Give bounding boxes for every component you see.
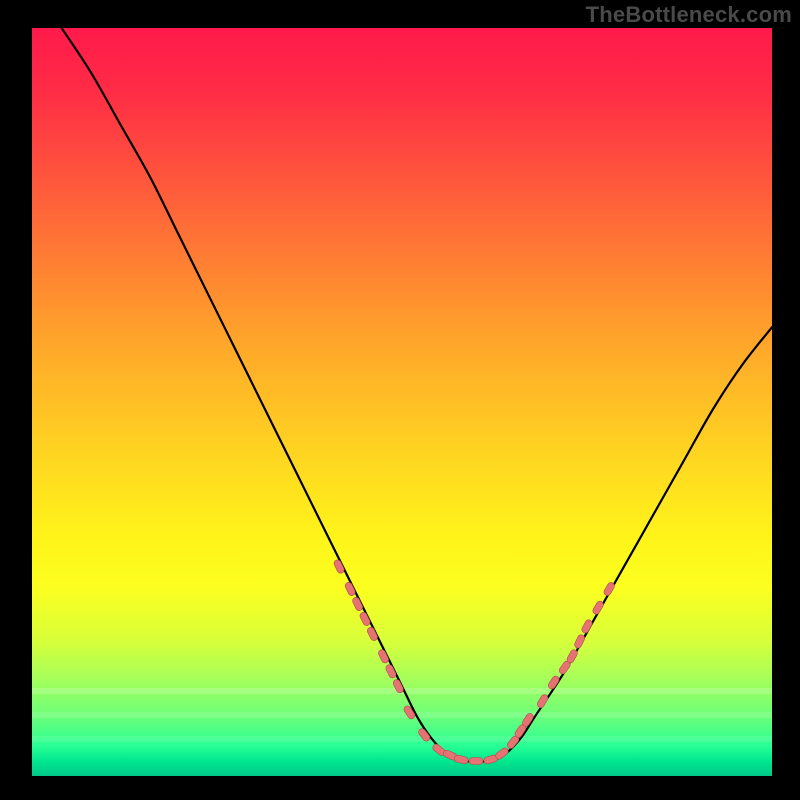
highlight-marker — [536, 693, 549, 709]
highlight-marker — [454, 755, 469, 765]
curve-svg — [32, 28, 772, 776]
watermark-text: TheBottleneck.com — [586, 2, 792, 28]
highlight-marker — [592, 600, 605, 616]
highlight-marker — [469, 758, 483, 765]
plot-area — [32, 28, 772, 776]
highlight-marker — [494, 747, 509, 761]
highlight-marker — [581, 619, 594, 635]
highlight-marker — [566, 648, 579, 664]
highlight-markers-group — [333, 559, 616, 765]
chart-frame: TheBottleneck.com — [0, 0, 800, 800]
bottleneck-curve-line — [62, 28, 772, 762]
highlight-marker — [603, 581, 616, 597]
highlight-marker — [573, 634, 585, 650]
